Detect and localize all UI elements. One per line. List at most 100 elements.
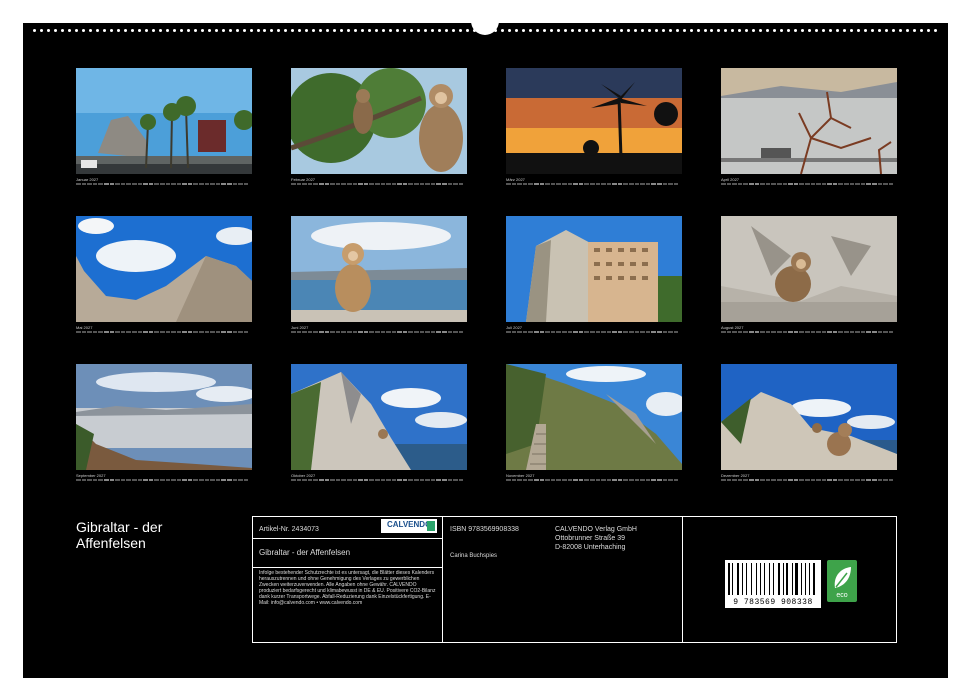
day-cell bbox=[210, 183, 215, 185]
day-cell bbox=[595, 331, 601, 333]
day-cell bbox=[215, 183, 221, 185]
barcode-digits: 9 783569 908338 bbox=[733, 598, 813, 607]
day-cell bbox=[645, 479, 651, 481]
day-cell bbox=[126, 183, 131, 185]
day-cell bbox=[748, 479, 754, 481]
barcode-bar bbox=[784, 563, 786, 595]
day-cell bbox=[182, 479, 187, 481]
binding-hole bbox=[319, 28, 323, 32]
binding-hole bbox=[829, 28, 833, 32]
day-cell bbox=[782, 479, 788, 481]
day-cell bbox=[210, 331, 215, 333]
month-label: April 2027 bbox=[721, 177, 740, 182]
day-cell bbox=[453, 479, 458, 481]
day-cell bbox=[550, 331, 556, 333]
day-cell bbox=[126, 331, 131, 333]
binding-hole bbox=[417, 28, 421, 32]
day-cell bbox=[573, 183, 578, 185]
binding-hole bbox=[871, 28, 875, 32]
calvendo-mark-icon bbox=[427, 521, 435, 531]
binding-hole bbox=[431, 28, 435, 32]
day-cell bbox=[187, 331, 193, 333]
month-label: November 2027 bbox=[506, 473, 535, 478]
barcode-bar bbox=[798, 563, 800, 595]
binding-hole bbox=[815, 28, 819, 32]
day-cell bbox=[888, 479, 894, 481]
day-cell bbox=[860, 183, 866, 185]
day-cell bbox=[324, 183, 330, 185]
day-cell bbox=[816, 331, 821, 333]
binding-hole bbox=[577, 28, 581, 32]
binding-hole bbox=[88, 28, 92, 32]
binding-hole bbox=[368, 28, 372, 32]
month-label: Januar 2027 bbox=[76, 177, 99, 182]
binding-hole bbox=[102, 28, 106, 32]
day-cell bbox=[171, 331, 176, 333]
day-cell bbox=[324, 479, 330, 481]
day-cell bbox=[81, 331, 87, 333]
month-tile: August 2027 bbox=[721, 216, 897, 333]
day-cell bbox=[522, 331, 528, 333]
day-cell bbox=[673, 479, 679, 481]
day-cell bbox=[533, 479, 539, 481]
binding-hole bbox=[214, 28, 218, 32]
barcode-bar bbox=[745, 563, 748, 595]
binding-hole bbox=[892, 28, 896, 32]
binding-hole bbox=[500, 28, 504, 32]
day-cell bbox=[634, 331, 640, 333]
day-cell bbox=[193, 479, 199, 481]
binding-hole bbox=[584, 28, 588, 32]
binding-hole bbox=[361, 28, 365, 32]
binding-hole bbox=[33, 28, 36, 32]
binding-hole bbox=[158, 28, 162, 32]
day-cell bbox=[425, 479, 430, 481]
month-tile: Juni 2027 bbox=[291, 216, 467, 333]
month-tile: Juli 2027 bbox=[506, 216, 682, 333]
day-cell bbox=[612, 331, 617, 333]
day-cell bbox=[771, 331, 776, 333]
month-day-strip bbox=[506, 479, 682, 481]
binding-hole bbox=[920, 28, 924, 32]
day-cell bbox=[204, 331, 210, 333]
day-cell bbox=[623, 331, 629, 333]
day-cell bbox=[419, 479, 425, 481]
barcode-bar bbox=[795, 563, 798, 595]
day-cell bbox=[374, 479, 380, 481]
day-cell bbox=[187, 479, 193, 481]
day-cell bbox=[651, 183, 657, 185]
day-cell bbox=[243, 331, 249, 333]
barcode-bar bbox=[781, 563, 782, 595]
day-cell bbox=[567, 479, 573, 481]
binding-hole bbox=[60, 28, 64, 32]
day-cell bbox=[193, 183, 199, 185]
day-cell bbox=[425, 183, 430, 185]
day-cell bbox=[182, 331, 187, 333]
binding-hole bbox=[654, 28, 658, 32]
day-cell bbox=[821, 479, 827, 481]
author-name: Carina Buchspies bbox=[450, 553, 498, 559]
binding-hole bbox=[74, 28, 78, 32]
day-cell bbox=[760, 331, 765, 333]
day-cell bbox=[307, 479, 313, 481]
day-cell bbox=[528, 183, 533, 185]
day-cell bbox=[662, 479, 668, 481]
day-cell bbox=[447, 183, 453, 185]
month-photo bbox=[291, 68, 467, 174]
day-cell bbox=[860, 479, 866, 481]
barcode-bar bbox=[752, 563, 756, 595]
day-cell bbox=[358, 479, 363, 481]
month-day-strip bbox=[721, 183, 897, 185]
binding-hole bbox=[850, 28, 854, 32]
day-cell bbox=[221, 479, 227, 481]
barcode-bar bbox=[728, 563, 730, 595]
day-cell bbox=[754, 331, 760, 333]
barcode-bar bbox=[782, 563, 784, 595]
month-photo bbox=[506, 68, 682, 174]
binding-hole bbox=[605, 28, 609, 32]
binding-hole bbox=[913, 28, 917, 32]
day-cell bbox=[453, 183, 458, 185]
month-day-strip bbox=[506, 331, 682, 333]
barcode-bar bbox=[793, 563, 795, 595]
day-cell bbox=[154, 479, 159, 481]
day-cell bbox=[414, 183, 419, 185]
